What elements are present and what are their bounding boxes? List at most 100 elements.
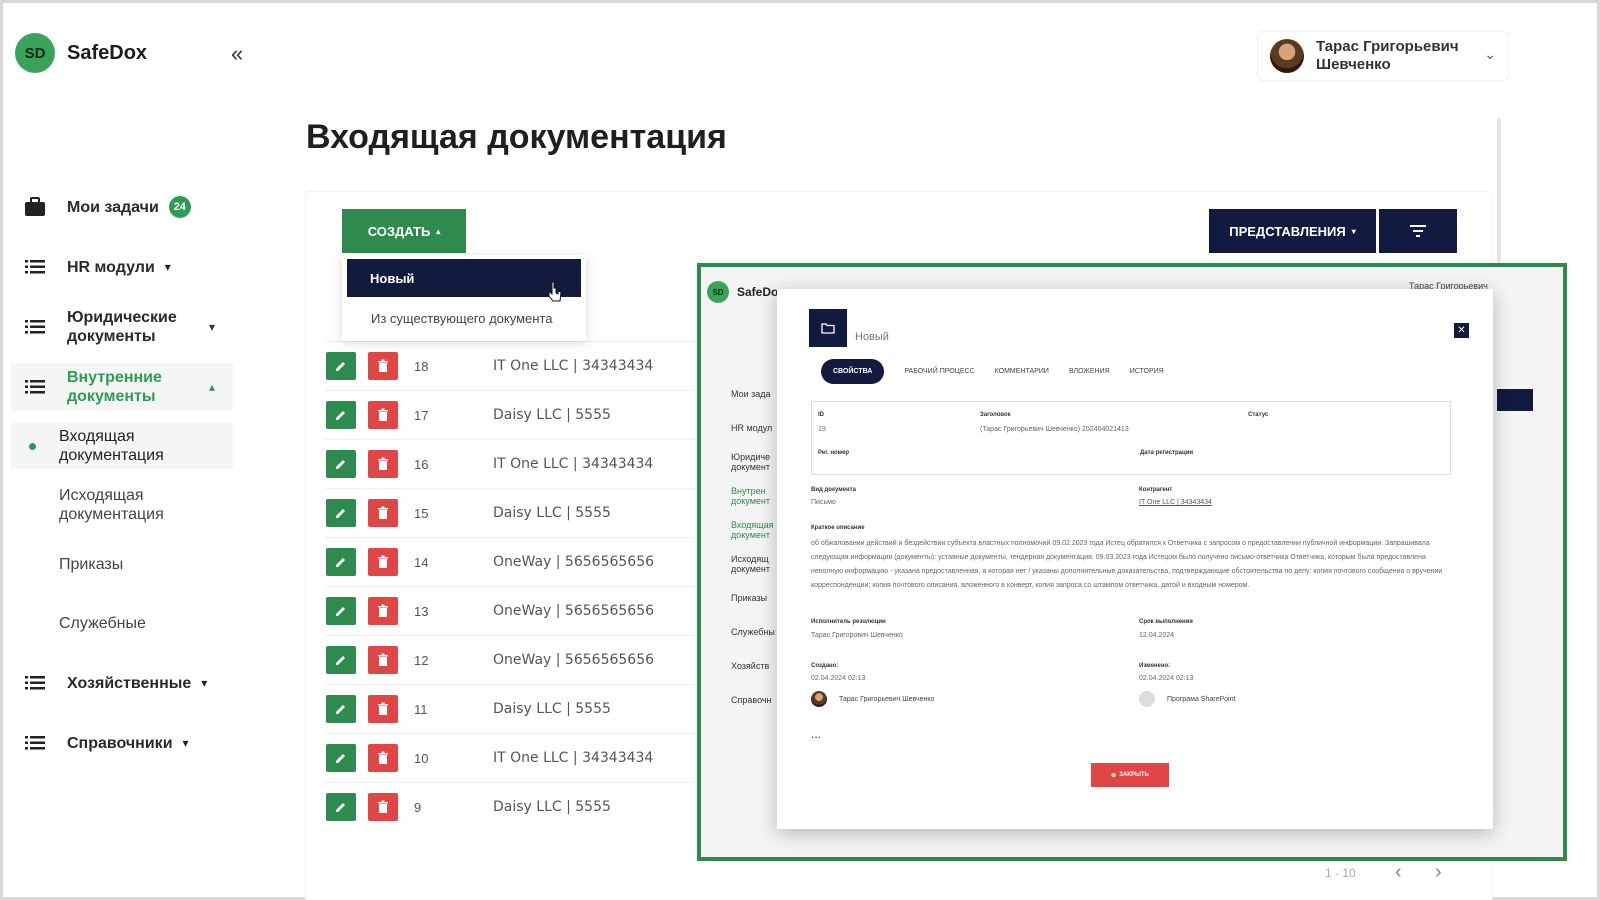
heading-value: (Тарас Григорьевич Шевченко) 20240402141… (980, 426, 1129, 433)
inset-logo: SD SafeDo (707, 281, 778, 303)
row-contractor: IT One LLC | 34343434 (493, 456, 654, 472)
sidebar-item-economic[interactable]: Хозяйственные ▾ (11, 659, 233, 707)
delete-button[interactable] (368, 450, 398, 478)
edit-button[interactable] (326, 744, 356, 772)
sidebar-item-label: Внутренние документы (67, 369, 162, 405)
list-icon (21, 316, 49, 338)
close-button-label: ЗАКРЫТЬ (1119, 772, 1149, 778)
table-row[interactable]: 9 Daisy LLC | 5555 (325, 782, 703, 831)
views-button[interactable]: ПРЕДСТАВЛЕНИЯ ▾ (1209, 209, 1376, 253)
modal-close-button[interactable]: ⊗ ЗАКРЫТЬ (1091, 763, 1169, 787)
sidebar-item-tasks[interactable]: Мои задачи 24 (11, 183, 233, 231)
edit-button[interactable] (326, 597, 356, 625)
delete-button[interactable] (368, 793, 398, 821)
sidebar-item-label: Хозяйственные (67, 674, 192, 692)
trash-icon (378, 800, 388, 813)
deadline-value: 12.04.2024 (1139, 632, 1175, 639)
sidebar-subitem-outgoing[interactable]: Исходящая документация (11, 482, 233, 528)
status-label: Статус (1248, 412, 1269, 418)
sidebar-item-references[interactable]: Справочники ▾ (11, 719, 233, 767)
properties-box: ID 19 Заголовок (Тарас Григорьевич Шевче… (811, 401, 1451, 475)
pencil-icon (336, 509, 345, 518)
edit-button[interactable] (326, 793, 356, 821)
close-icon[interactable]: ✕ (1454, 323, 1469, 338)
inset-nav-item: Входящая документ (731, 520, 774, 540)
tab-comments[interactable]: Комментарии (995, 368, 1049, 375)
tab-attachments[interactable]: Вложения (1069, 368, 1110, 375)
list-icon (21, 256, 49, 278)
list-icon (21, 732, 49, 754)
table-row[interactable]: 18 IT One LLC | 34343434 (325, 341, 703, 390)
subitem-label: Исходящая документация (59, 487, 164, 523)
sidebar-subitem-incoming[interactable]: Входящая документация (11, 423, 233, 469)
edit-button[interactable] (326, 450, 356, 478)
create-button-label: СОЗДАТЬ (367, 223, 431, 239)
edit-button[interactable] (326, 401, 356, 429)
table-row[interactable]: 17 Daisy LLC | 5555 (325, 390, 703, 439)
trash-icon (378, 359, 388, 372)
delete-button[interactable] (368, 352, 398, 380)
avatar (811, 691, 827, 707)
tab-properties[interactable]: Свойства (821, 359, 885, 384)
delete-button[interactable] (368, 695, 398, 723)
sidebar-item-hr[interactable]: HR модули ▾ (11, 243, 233, 291)
row-number: 15 (414, 505, 429, 521)
inset-nav-item: Приказы (731, 593, 768, 603)
chevron-up-icon: ▴ (208, 380, 215, 394)
app-name: SafeDox (67, 41, 148, 64)
collapse-sidebar-button[interactable]: « (231, 41, 243, 67)
table-row[interactable]: 15 Daisy LLC | 5555 (325, 488, 703, 537)
app-logo[interactable]: SD SafeDox (15, 33, 147, 73)
modal-tabs: Свойства Рабочий процесс Комментарии Вло… (821, 359, 1184, 384)
tab-history[interactable]: История (1130, 368, 1164, 375)
table-row[interactable]: 13 OneWay | 5656565656 (325, 586, 703, 635)
table-row[interactable]: 14 OneWay | 5656565656 (325, 537, 703, 586)
edit-button[interactable] (326, 548, 356, 576)
filter-button[interactable] (1379, 209, 1457, 253)
pencil-icon (336, 656, 345, 665)
chevron-down-icon: ▾ (182, 736, 189, 750)
trash-icon (378, 408, 388, 421)
row-number: 9 (414, 799, 422, 815)
table-row[interactable]: 12 OneWay | 5656565656 (325, 635, 703, 684)
delete-button[interactable] (368, 401, 398, 429)
chevron-left-icon[interactable]: ‹ (1395, 861, 1402, 884)
edit-button[interactable] (326, 352, 356, 380)
delete-button[interactable] (368, 744, 398, 772)
menu-item-from-existing[interactable]: Из существующего документа (371, 311, 553, 326)
create-button[interactable]: СОЗДАТЬ ▴ (342, 209, 466, 253)
row-number: 17 (414, 407, 429, 423)
caret-down-icon: ▾ (1351, 226, 1356, 236)
app-frame: SD SafeDox « Мои задачи 24 HR модули ▾ Ю… (0, 0, 1600, 900)
menu-item-new[interactable]: Новый (347, 259, 581, 297)
table-row[interactable]: 11 Daisy LLC | 5555 (325, 684, 703, 733)
delete-button[interactable] (368, 597, 398, 625)
contractor-link[interactable]: IT One LLC | 34343434 (1139, 499, 1212, 506)
trash-icon (378, 604, 388, 617)
table-row[interactable]: 10 IT One LLC | 34343434 (325, 733, 703, 782)
user-menu[interactable]: Тарас Григорьевич Шевченко ⌄ (1257, 31, 1509, 81)
tasks-count-badge: 24 (168, 196, 191, 218)
delete-button[interactable] (368, 646, 398, 674)
sidebar-subitem-service[interactable]: Служебные (11, 600, 233, 646)
inset-nav-item: Мои зада (731, 389, 771, 399)
trash-icon (378, 702, 388, 715)
chevron-right-icon[interactable]: › (1435, 861, 1442, 884)
sidebar-item-legal[interactable]: Юридические документы ▾ (11, 303, 233, 351)
subitem-label: Входящая документация (59, 428, 164, 464)
page-title: Входящая документация (306, 118, 727, 156)
id-value: 19 (818, 426, 826, 433)
inset-app-name: SafeDo (737, 285, 779, 299)
edit-button[interactable] (326, 695, 356, 723)
inset-nav-item: Хозяйств (731, 661, 770, 671)
delete-button[interactable] (368, 499, 398, 527)
edit-button[interactable] (326, 646, 356, 674)
tab-workflow[interactable]: Рабочий процесс (904, 368, 974, 375)
more-icon[interactable]: ... (811, 727, 821, 741)
sidebar-subitem-orders[interactable]: Приказы (11, 541, 233, 587)
table-row[interactable]: 16 IT One LLC | 34343434 (325, 439, 703, 488)
sidebar-item-internal[interactable]: Внутренние документы ▴ (11, 363, 233, 411)
inset-nav-item: Исходящ документ (731, 554, 770, 574)
edit-button[interactable] (326, 499, 356, 527)
delete-button[interactable] (368, 548, 398, 576)
